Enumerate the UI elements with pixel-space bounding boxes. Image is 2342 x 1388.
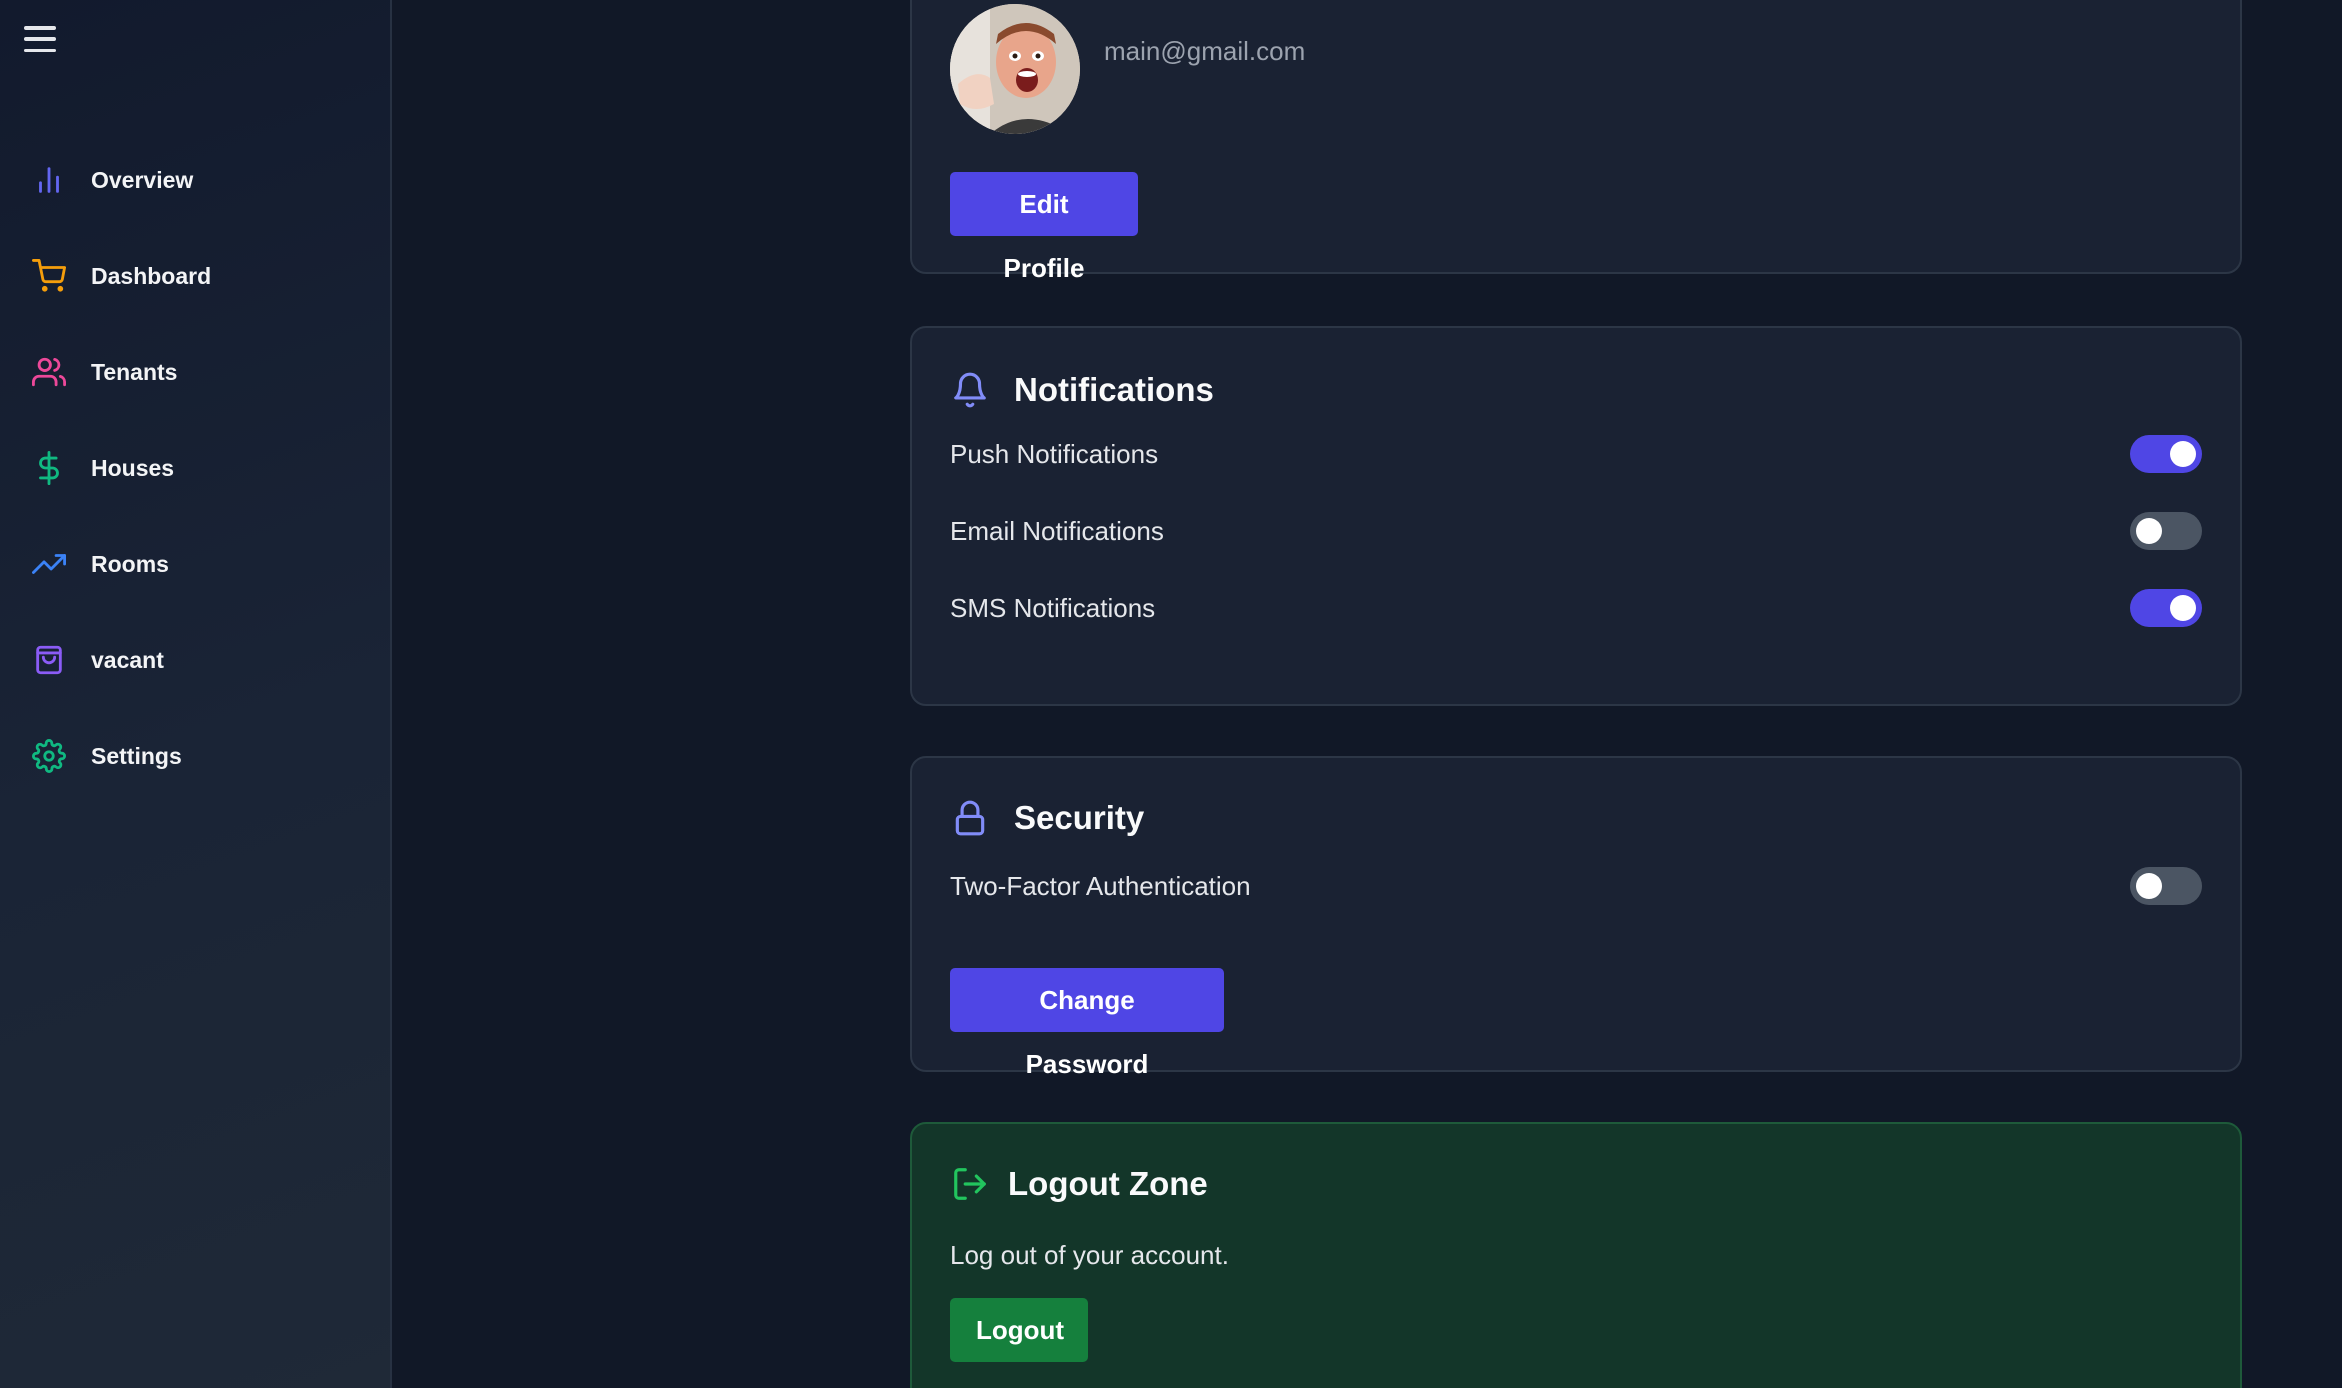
setting-label: Email Notifications	[950, 515, 1164, 546]
two-factor-row: Two-Factor Authentication	[950, 866, 2202, 906]
toggle-knob	[2136, 873, 2162, 899]
sidebar-item-rooms[interactable]: Rooms	[0, 516, 390, 612]
logout-button[interactable]: Logout	[950, 1298, 1088, 1362]
settings-page: Overview Dashboard Tenants Houses Rooms …	[0, 0, 2342, 1388]
sidebar-item-overview[interactable]: Overview	[0, 132, 390, 228]
sidebar-item-tenants[interactable]: Tenants	[0, 324, 390, 420]
sidebar-item-label: Dashboard	[91, 262, 212, 289]
push-notifications-row: Push Notifications	[950, 434, 2202, 474]
toggle-knob	[2170, 441, 2196, 467]
logout-title: Logout Zone	[1008, 1165, 1208, 1202]
change-password-button[interactable]: Change Password	[950, 968, 1224, 1079]
sidebar-item-label: Tenants	[91, 358, 178, 385]
bell-icon	[950, 370, 990, 410]
sidebar-item-label: Houses	[91, 454, 175, 481]
notifications-header: Notifications	[950, 370, 1214, 410]
sidebar-item-label: Overview	[91, 166, 194, 193]
logout-card: Logout Zone Log out of your account. Log…	[910, 1122, 2242, 1388]
email-notifications-row: Email Notifications	[950, 511, 2202, 551]
setting-label: Two-Factor Authentication	[950, 870, 1251, 901]
toggle-knob	[2170, 595, 2196, 621]
hamburger-menu-icon[interactable]	[24, 24, 56, 54]
sidebar-item-label: Rooms	[91, 550, 169, 577]
sidebar-item-dashboard[interactable]: Dashboard	[0, 228, 390, 324]
sidebar-item-vacant[interactable]: vacant	[0, 612, 390, 708]
trending-up-icon	[31, 546, 67, 582]
logout-description: Log out of your account.	[950, 1240, 1229, 1270]
sidebar-nav: Overview Dashboard Tenants Houses Rooms …	[0, 132, 390, 804]
logout-header: Logout Zone	[950, 1164, 1208, 1204]
sidebar: Overview Dashboard Tenants Houses Rooms …	[0, 0, 392, 1388]
sidebar-item-label: vacant	[91, 646, 164, 673]
shopping-cart-icon	[31, 258, 67, 294]
security-title: Security	[1014, 799, 1145, 836]
sidebar-item-houses[interactable]: Houses	[0, 420, 390, 516]
notifications-card: Notifications Push Notifications Email N…	[910, 326, 2242, 706]
push-notifications-toggle[interactable]	[2130, 435, 2202, 473]
notifications-title: Notifications	[1014, 371, 1214, 408]
shopping-bag-icon	[31, 642, 67, 678]
edit-profile-button[interactable]: Edit Profile	[950, 172, 1138, 283]
profile-card: main@gmail.com Edit Profile	[910, 0, 2242, 283]
toggle-knob	[2136, 518, 2162, 544]
bar-chart-icon	[31, 162, 67, 198]
email-notifications-toggle[interactable]	[2130, 512, 2202, 550]
lock-icon	[950, 798, 990, 838]
sidebar-item-settings[interactable]: Settings	[0, 708, 390, 804]
setting-label: Push Notifications	[950, 438, 1159, 469]
sms-notifications-row: SMS Notifications	[950, 588, 2202, 628]
avatar	[950, 4, 1080, 134]
two-factor-toggle[interactable]	[2130, 867, 2202, 905]
setting-label: SMS Notifications	[950, 592, 1156, 623]
log-out-icon	[950, 1164, 990, 1204]
security-header: Security	[950, 798, 1144, 838]
users-icon	[31, 354, 67, 390]
gear-icon	[31, 738, 67, 774]
sidebar-item-label: Settings	[91, 742, 182, 769]
dollar-sign-icon	[31, 450, 67, 486]
sms-notifications-toggle[interactable]	[2130, 589, 2202, 627]
profile-email: main@gmail.com	[1104, 36, 1306, 66]
security-card: Security Two-Factor Authentication Chang…	[910, 756, 2242, 1079]
